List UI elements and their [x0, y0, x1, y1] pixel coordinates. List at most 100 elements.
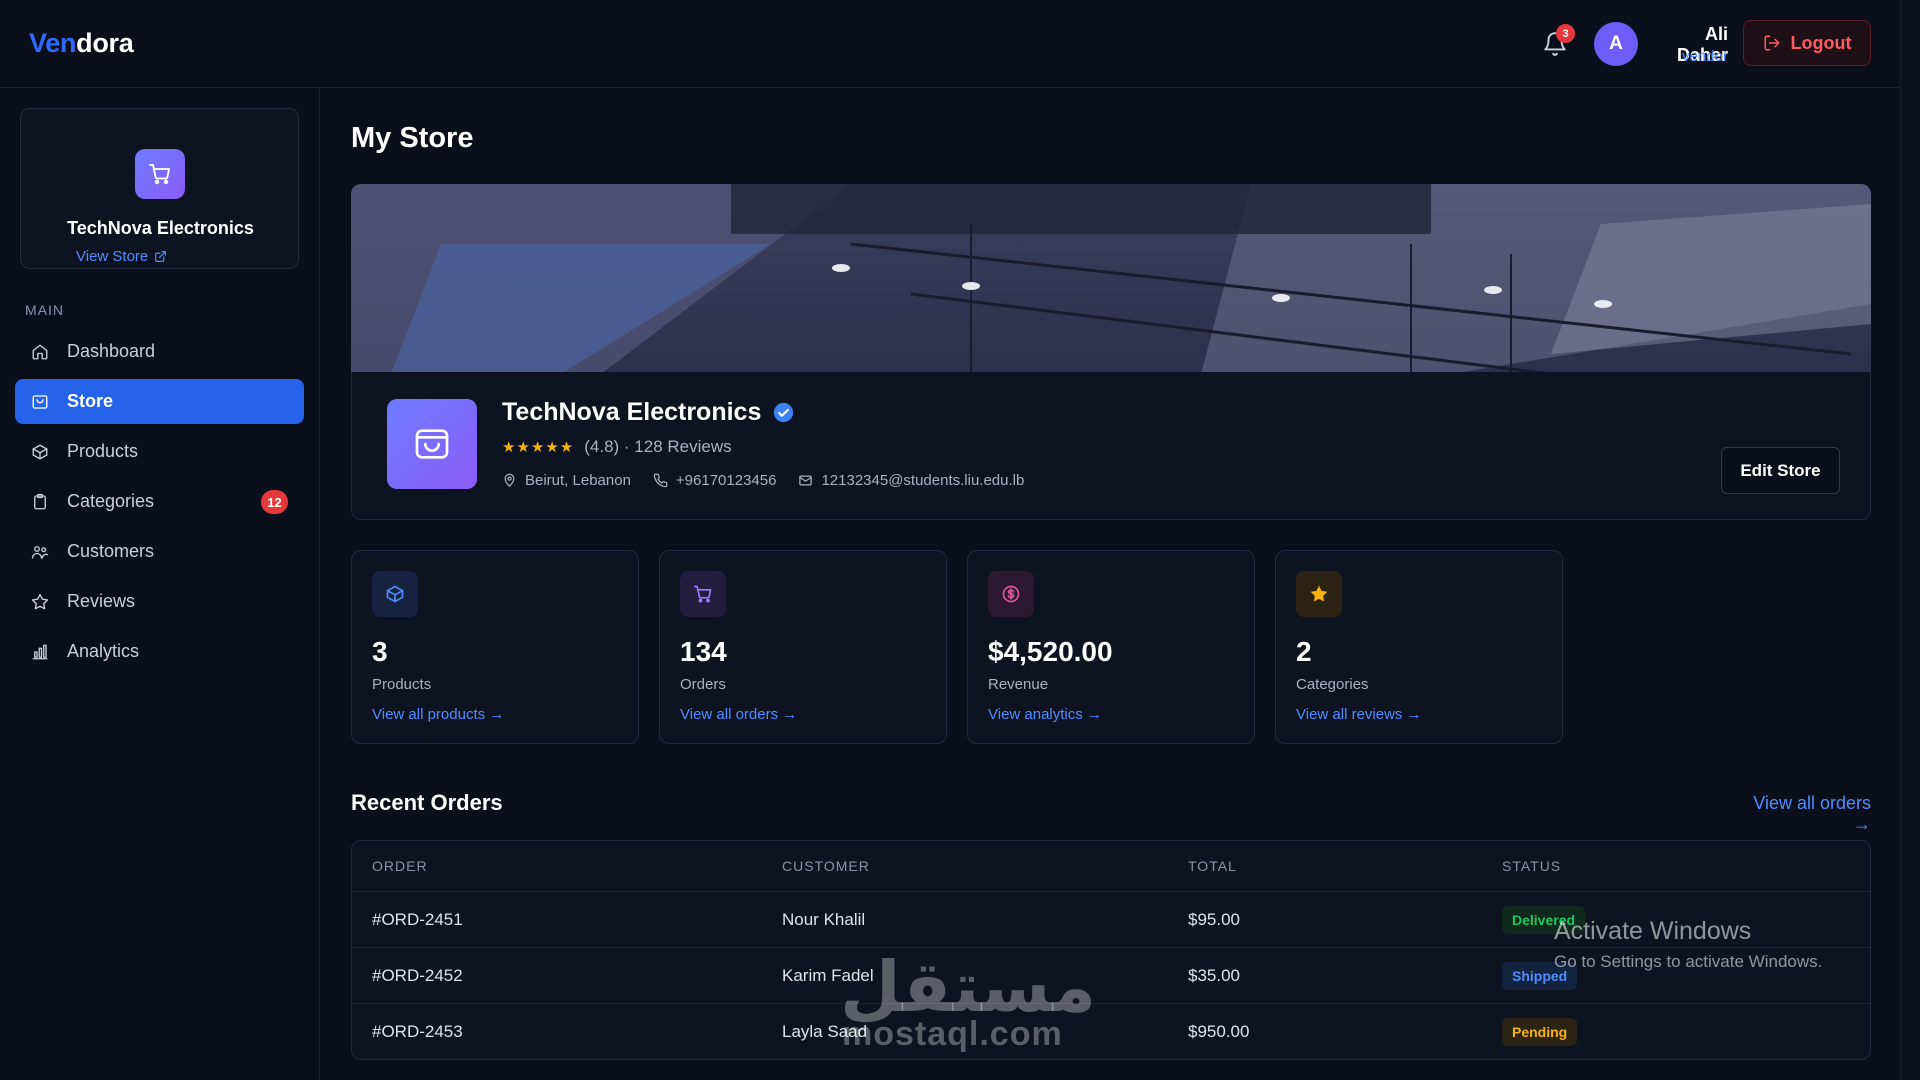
stat-icon-bg	[372, 571, 418, 617]
sidebar-item-reviews[interactable]: Reviews	[15, 579, 304, 624]
phone-icon	[653, 473, 668, 488]
store-info-card: TechNova Electronics ★★★★★ (4.8) · 128 R…	[351, 372, 1871, 520]
shopping-bag-icon	[415, 429, 449, 459]
user-role: vendor	[1682, 48, 1728, 65]
table-header-row: ORDER CUSTOMER TOTAL STATUS	[352, 841, 1870, 892]
star-icon	[1310, 585, 1328, 602]
brand-logo-part2: dora	[76, 28, 134, 58]
top-bar: Vendora 3 A Ali Daher vendor Logout	[0, 0, 1900, 88]
store-location: Beirut, Lebanon	[502, 472, 631, 489]
rating-text: (4.8) · 128 Reviews	[584, 437, 732, 456]
order-status-cell: Pending	[1502, 1004, 1578, 1059]
stat-value: 134	[680, 636, 727, 667]
view-analytics-link[interactable]: View analytics →	[988, 706, 1102, 723]
store-name-text: TechNova Electronics	[502, 398, 762, 426]
store-email: 12132345@students.liu.edu.lb	[798, 472, 1024, 489]
edit-store-button[interactable]: Edit Store	[1721, 447, 1840, 494]
table-row[interactable]: #ORD-2453 Layla Saad $950.00 Pending	[352, 1004, 1870, 1059]
sidebar-item-label: Reviews	[67, 591, 136, 611]
column-header-status[interactable]: STATUS	[1502, 841, 1561, 891]
sidebar-item-label: Customers	[67, 541, 155, 561]
stat-label: Categories	[1296, 676, 1369, 693]
column-header-total[interactable]: TOTAL	[1188, 841, 1237, 891]
page-title: My Store	[351, 122, 474, 154]
sidebar-item-dashboard[interactable]: Dashboard	[15, 329, 304, 374]
verified-badge-icon	[774, 402, 794, 423]
order-id: #ORD-2453	[372, 1022, 463, 1041]
sidebar-item-analytics[interactable]: Analytics	[15, 629, 304, 674]
store-rating: ★★★★★ (4.8) · 128 Reviews	[502, 437, 732, 457]
stat-icon-bg	[1296, 571, 1342, 617]
order-id: #ORD-2451	[372, 909, 463, 929]
avatar[interactable]: A	[1594, 22, 1638, 66]
rating-stars: ★★★★★	[502, 439, 575, 456]
stat-card-orders: 134 Orders View all orders →	[659, 550, 947, 744]
sidebar-item-label: Store	[67, 391, 114, 411]
stat-value: 2	[1296, 636, 1312, 667]
sidebar-item-label: Analytics	[67, 641, 140, 661]
categories-count-badge: 12	[261, 490, 288, 514]
box-icon	[32, 444, 48, 459]
view-all-reviews-link[interactable]: View all reviews →	[1296, 706, 1422, 723]
activate-windows-notice: Activate Windows Go to Settings to activ…	[1554, 917, 1822, 972]
order-total: $95.00	[1188, 909, 1240, 929]
stat-label: Revenue	[988, 676, 1049, 693]
order-total: $950.00	[1188, 1022, 1250, 1041]
recent-orders-title: Recent Orders	[351, 790, 503, 815]
store-icon	[32, 394, 48, 409]
ceiling-illustration	[351, 184, 1871, 374]
sidebar-nav: Dashboard Store Products Categories 12 C…	[15, 329, 304, 679]
home-icon	[32, 344, 48, 359]
stat-value: 3	[372, 636, 388, 667]
view-store-label: View Store	[76, 248, 149, 265]
chart-icon	[32, 644, 48, 659]
sidebar-item-categories[interactable]: Categories 12	[15, 479, 304, 524]
store-logo	[387, 399, 477, 489]
sidebar-item-label: Categories	[67, 491, 155, 511]
stat-card-categories: 2 Categories View all reviews →	[1275, 550, 1563, 744]
recent-orders-view-all-link[interactable]: View all orders →	[1738, 793, 1871, 835]
stat-card-revenue: $4,520.00 Revenue View analytics →	[967, 550, 1255, 744]
store-card-icon	[135, 149, 185, 199]
sidebar-item-store[interactable]: Store	[15, 379, 304, 424]
view-all-products-link[interactable]: View all products →	[372, 706, 504, 723]
cart-icon	[149, 164, 170, 185]
map-pin-icon	[504, 473, 515, 487]
view-store-link[interactable]: View Store	[76, 248, 167, 265]
sidebar-section-label: MAIN	[25, 302, 64, 318]
column-header-order[interactable]: ORDER	[372, 841, 428, 891]
sidebar-item-label: Dashboard	[67, 341, 156, 361]
brand-logo[interactable]: Vendora	[29, 28, 134, 59]
cube-icon	[386, 585, 404, 603]
store-name: TechNova Electronics	[502, 398, 794, 427]
activate-windows-title: Activate Windows	[1554, 917, 1752, 945]
order-customer: Nour Khalil	[782, 909, 866, 929]
stat-label: Orders	[680, 676, 726, 693]
notification-badge: 3	[1556, 24, 1575, 43]
view-all-orders-link[interactable]: View all orders →	[680, 706, 797, 723]
sidebar-store-name: TechNova Electronics	[67, 218, 254, 238]
sidebar-item-customers[interactable]: Customers	[15, 529, 304, 574]
external-link-icon	[155, 251, 167, 262]
stat-label: Products	[372, 676, 432, 693]
stats-row: 3 Products View all products → 134 Order…	[351, 550, 1563, 744]
sidebar-item-products[interactable]: Products	[15, 429, 304, 474]
column-header-customer[interactable]: CUSTOMER	[782, 841, 870, 891]
logout-icon	[1764, 35, 1779, 51]
watermark-domain: mostaql.com	[842, 1015, 1063, 1053]
star-icon	[31, 593, 49, 609]
order-id: #ORD-2452	[372, 965, 463, 985]
mail-icon	[799, 475, 813, 486]
logout-button[interactable]: Logout	[1743, 20, 1871, 66]
store-contact-meta: Beirut, Lebanon +96170123456 12132345@st…	[502, 472, 1024, 489]
users-icon	[31, 545, 49, 559]
window-scrollbar[interactable]	[1900, 0, 1920, 1080]
sidebar: TechNova Electronics View Store MAIN Das…	[0, 88, 320, 1080]
sidebar-item-label: Products	[67, 441, 139, 461]
dollar-icon	[1002, 585, 1020, 603]
logout-label: Logout	[1790, 32, 1852, 53]
store-banner-image	[351, 184, 1871, 374]
sidebar-store-card: TechNova Electronics View Store	[20, 108, 299, 269]
stat-icon-bg	[680, 571, 726, 617]
stat-icon-bg	[988, 571, 1034, 617]
